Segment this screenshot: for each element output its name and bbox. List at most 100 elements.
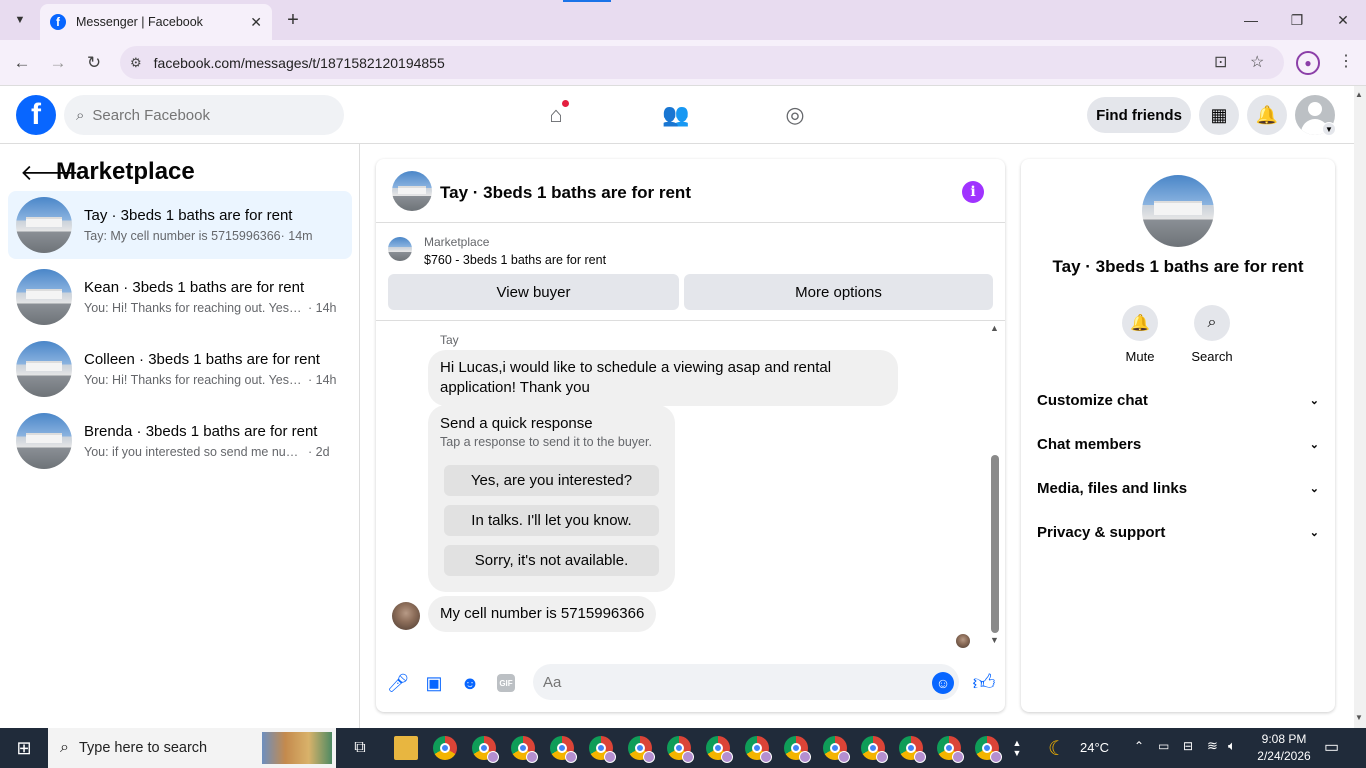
chrome-profile-icon[interactable] xyxy=(628,736,655,763)
info-icon[interactable]: i xyxy=(962,181,984,203)
chrome-profile-icon[interactable] xyxy=(745,736,772,763)
chrome-profile-icon[interactable] xyxy=(899,736,926,763)
mute-bell-icon[interactable]: 🔔 xyxy=(1122,305,1158,341)
site-info-icon[interactable]: ⚙ xyxy=(130,55,142,71)
tray-chevron-up-icon[interactable]: ⌃ xyxy=(1134,739,1144,753)
browser-profile-icon[interactable]: ● xyxy=(1296,51,1320,75)
more-options-button[interactable]: More options xyxy=(684,274,993,310)
chrome-profile-icon[interactable] xyxy=(589,736,616,763)
tab-search-icon[interactable]: ▼ xyxy=(8,8,32,32)
scroll-down-icon[interactable]: ▼ xyxy=(1355,713,1363,722)
chrome-profile-icon[interactable] xyxy=(472,736,499,763)
photo-icon[interactable]: ▣ xyxy=(423,672,445,694)
windows-start-icon[interactable]: ⊞ xyxy=(0,728,48,768)
chrome-profile-icon[interactable] xyxy=(511,736,538,763)
conversation-item[interactable]: Colleen · 3beds 1 baths are for rent You… xyxy=(8,335,352,403)
view-buyer-button[interactable]: View buyer xyxy=(388,274,679,310)
conversation-item[interactable]: Tay · 3beds 1 baths are for rent Tay: My… xyxy=(8,191,352,259)
scroll-up-icon[interactable]: ▲ xyxy=(1355,90,1363,99)
chrome-profile-icon[interactable] xyxy=(975,736,1002,763)
search-icon[interactable]: ⌕ xyxy=(1194,305,1230,341)
groups-icon[interactable]: ◎ xyxy=(775,96,815,134)
menu-grid-icon[interactable]: ▦ xyxy=(1199,95,1239,135)
new-tab-icon[interactable]: + xyxy=(282,8,304,32)
quick-reply-button[interactable]: In talks. I'll let you know. xyxy=(444,505,659,536)
microphone-icon[interactable]: 🎤︎ xyxy=(387,672,410,694)
listing-price: $760 - 3beds 1 baths are for rent xyxy=(424,253,607,267)
restore-icon[interactable]: ❐ xyxy=(1274,0,1320,40)
chrome-profile-icon[interactable] xyxy=(784,736,811,763)
notifications-bell-icon[interactable]: 🔔 xyxy=(1247,95,1287,135)
device-icon[interactable]: ⊟ xyxy=(1183,739,1193,753)
scroll-up-icon[interactable]: ▲ xyxy=(990,323,999,333)
chrome-profile-icon[interactable] xyxy=(706,736,733,763)
facebook-search-input[interactable] xyxy=(92,106,313,124)
volume-icon[interactable]: 🔈︎ xyxy=(1228,738,1236,754)
chrome-profile-icon[interactable] xyxy=(823,736,850,763)
quick-reply-button[interactable]: Yes, are you interested? xyxy=(444,465,659,496)
battery-icon[interactable]: ▭ xyxy=(1158,739,1169,753)
facebook-search[interactable]: ⌕ xyxy=(64,95,344,135)
facebook-favicon-icon: f xyxy=(50,14,66,30)
chat-scrollbar[interactable]: ▲ ▼ xyxy=(987,321,1003,651)
conversation-name: Colleen · 3beds 1 baths are for rent xyxy=(84,351,320,368)
wifi-icon[interactable]: ≋ xyxy=(1207,738,1218,754)
weather-temp[interactable]: 24°C xyxy=(1080,740,1109,755)
find-friends-button[interactable]: Find friends xyxy=(1087,97,1191,133)
gif-icon[interactable]: GIF xyxy=(497,674,515,692)
conversation-time: · 14h xyxy=(308,373,337,387)
browser-tab[interactable]: f Messenger | Facebook ✕ xyxy=(40,4,272,40)
install-app-icon[interactable]: ⊡ xyxy=(1214,52,1227,72)
close-tab-icon[interactable]: ✕ xyxy=(250,14,262,31)
thumbs-up-icon[interactable]: 👍︎ xyxy=(972,670,996,695)
home-icon[interactable]: ⌂ xyxy=(536,96,576,134)
media-files-section[interactable]: Media, files and links ⌄ xyxy=(1037,466,1319,510)
reload-icon[interactable]: ↻ xyxy=(82,51,106,75)
scroll-thumb[interactable] xyxy=(991,455,999,633)
page-scrollbar[interactable]: ▲ ▼ xyxy=(1354,86,1366,728)
address-bar-row: ← → ↻ ⚙ facebook.com/messages/t/18715821… xyxy=(0,40,1366,86)
conversation-item[interactable]: Brenda · 3beds 1 baths are for rent You:… xyxy=(8,407,352,475)
browser-menu-icon[interactable]: ⋮ xyxy=(1338,51,1354,71)
forward-icon[interactable]: → xyxy=(46,51,70,75)
message-input[interactable] xyxy=(533,664,959,700)
browser-tab-bar: ▼ f Messenger | Facebook ✕ + — ❐ ✕ xyxy=(0,0,1366,40)
chrome-icon[interactable] xyxy=(433,736,457,760)
chat-title[interactable]: Tay · 3beds 1 baths are for rent xyxy=(440,183,691,203)
taskbar-search[interactable]: ⌕ Type here to search xyxy=(48,728,336,768)
taskbar-overflow-icon[interactable]: ▲ ▼ xyxy=(1010,730,1024,766)
minimize-icon[interactable]: — xyxy=(1228,0,1274,40)
omnibox[interactable]: ⚙ facebook.com/messages/t/18715821201948… xyxy=(120,46,1284,79)
customize-chat-section[interactable]: Customize chat ⌄ xyxy=(1037,378,1319,422)
notification-center-icon[interactable]: ▭ xyxy=(1324,737,1339,757)
chrome-profile-icon[interactable] xyxy=(861,736,888,763)
quick-reply-button[interactable]: Sorry, it's not available. xyxy=(444,545,659,576)
clock-date: 2/24/2026 xyxy=(1257,749,1311,763)
friends-icon[interactable]: 👥 xyxy=(656,96,696,134)
bookmark-star-icon[interactable]: ☆ xyxy=(1250,52,1264,72)
emoji-icon[interactable]: ☺ xyxy=(932,672,954,694)
close-window-icon[interactable]: ✕ xyxy=(1320,0,1366,40)
account-chevron-down-icon[interactable]: ▼ xyxy=(1322,122,1336,136)
task-view-icon[interactable]: ⧉ xyxy=(348,736,372,760)
url-text[interactable]: facebook.com/messages/t/1871582120194855 xyxy=(154,55,445,71)
chat-listing-thumbnail[interactable] xyxy=(392,171,432,211)
privacy-support-section[interactable]: Privacy & support ⌄ xyxy=(1037,510,1319,554)
search-chat-button[interactable]: ⌕ Search xyxy=(1184,305,1240,364)
chat-members-section[interactable]: Chat members ⌄ xyxy=(1037,422,1319,466)
clock-time: 9:08 PM xyxy=(1261,732,1307,746)
chrome-profile-icon[interactable] xyxy=(667,736,694,763)
scroll-down-icon[interactable]: ▼ xyxy=(990,635,999,645)
mute-button[interactable]: 🔔 Mute xyxy=(1112,305,1168,364)
sender-avatar[interactable] xyxy=(392,602,420,630)
back-icon[interactable]: ← xyxy=(10,51,34,75)
notification-dot xyxy=(561,99,570,108)
conversation-item[interactable]: Kean · 3beds 1 baths are for rent You: H… xyxy=(8,263,352,331)
weather-moon-icon[interactable]: ☾ xyxy=(1048,736,1066,761)
file-explorer-icon[interactable] xyxy=(394,736,418,760)
sticker-icon[interactable]: ☻ xyxy=(459,672,481,694)
facebook-logo-icon[interactable]: f xyxy=(16,95,56,135)
chrome-profile-icon[interactable] xyxy=(550,736,577,763)
taskbar-clock[interactable]: 9:08 PM 2/24/2026 xyxy=(1247,731,1321,765)
chrome-profile-icon[interactable] xyxy=(937,736,964,763)
